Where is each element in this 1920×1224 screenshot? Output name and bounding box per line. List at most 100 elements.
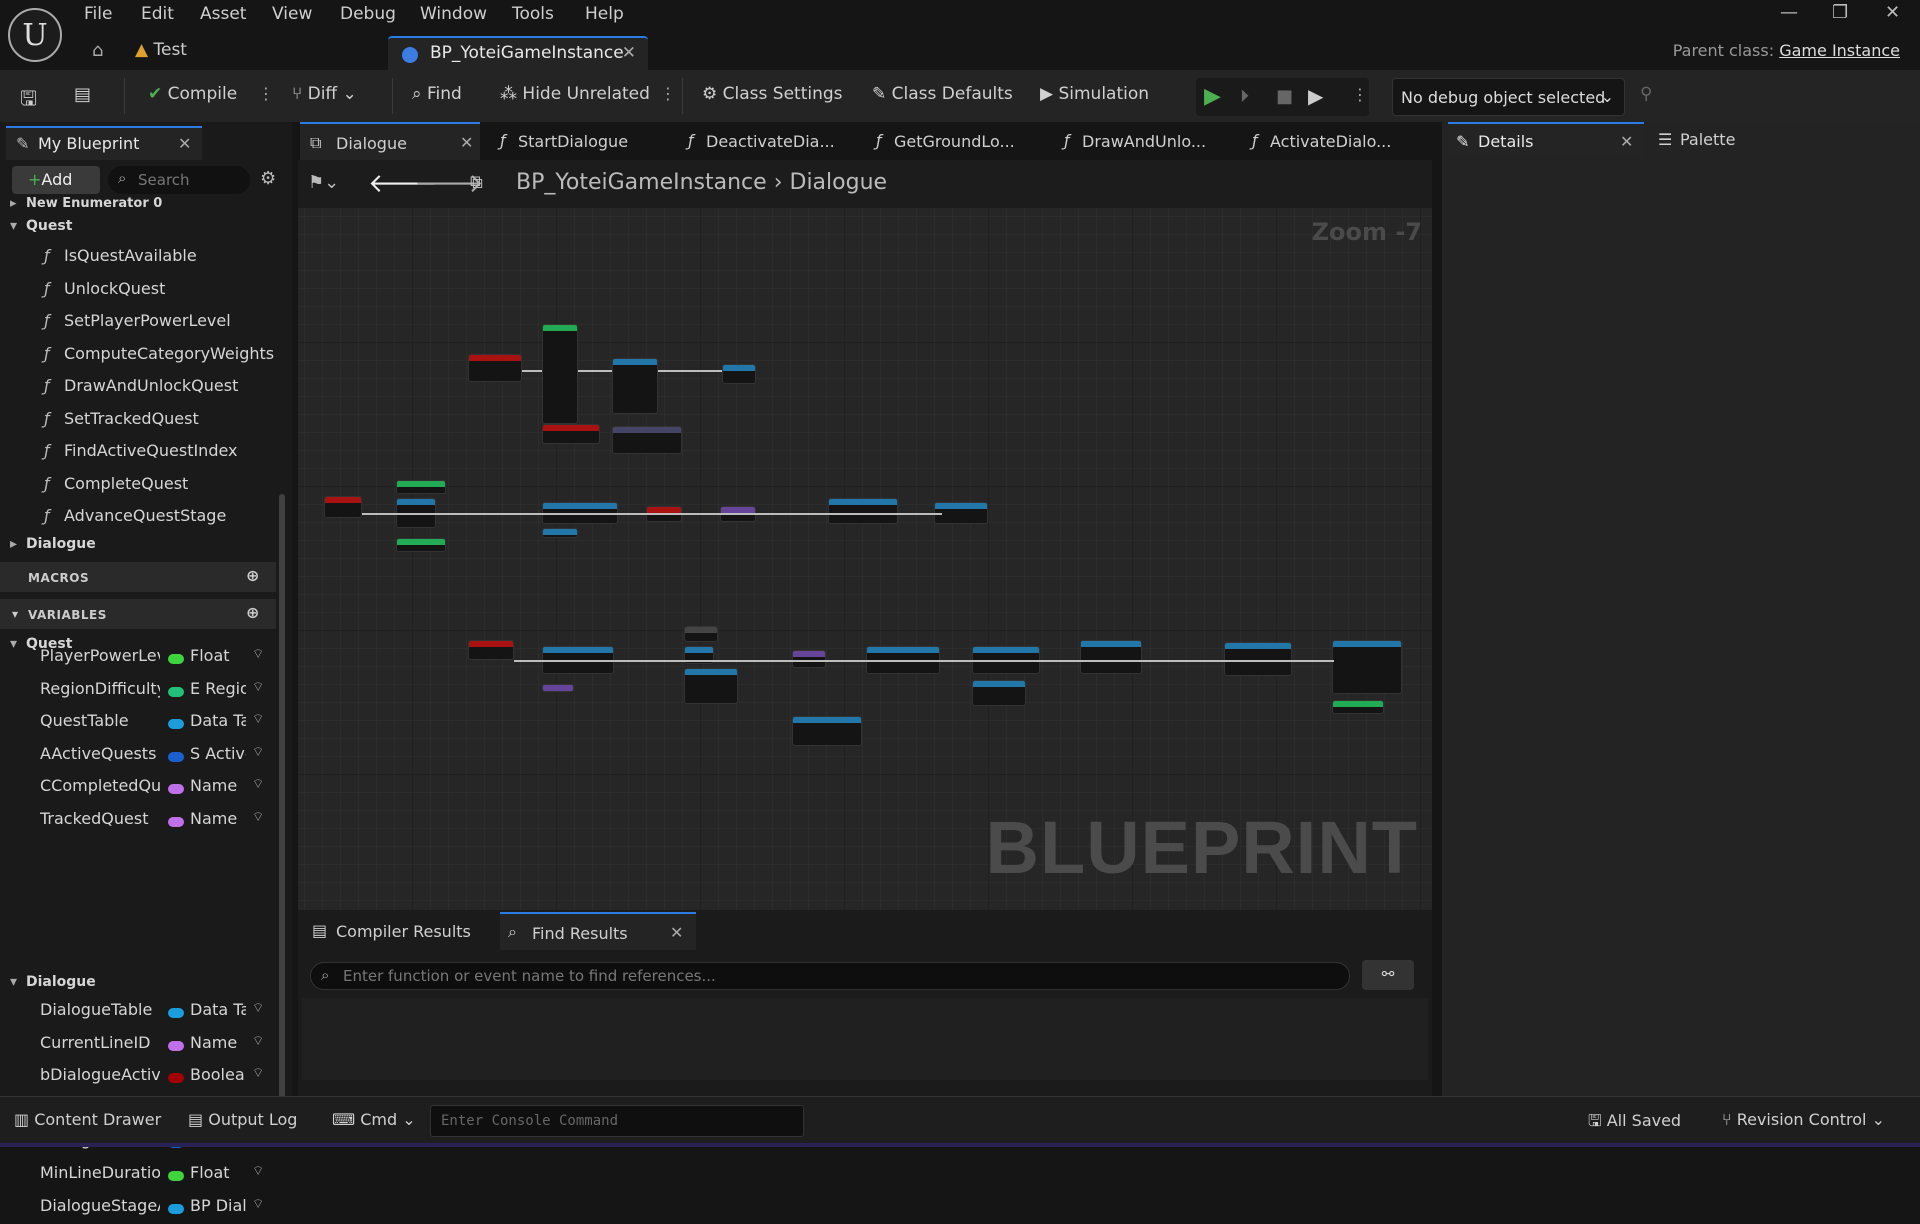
class-defaults-button[interactable]: ✎ Class Defaults [872,84,1013,104]
graph-node[interactable] [1332,640,1402,694]
menu-asset[interactable]: Asset [200,4,246,24]
breadcrumb-root[interactable]: BP_YoteiGameInstance [516,170,767,195]
function-item[interactable]: FindActiveQuestIndex [0,441,276,469]
play-options-icon[interactable]: ⋮ [1352,85,1368,104]
cmd-dropdown[interactable]: ⌨ Cmd ⌄ [332,1110,416,1129]
breadcrumb-current[interactable]: Dialogue [790,170,888,195]
menu-window[interactable]: Window [420,4,487,24]
restore-icon[interactable]: ❐ [1832,2,1848,23]
tab-dialogue[interactable]: ⧉ Dialogue ✕ [300,122,480,160]
tab-find-results[interactable]: ⌕ Find Results ✕ [500,912,696,950]
variable-item[interactable]: QuestTable Data Table ⌔ [0,711,276,739]
home-icon[interactable]: ⌂ [92,40,103,61]
graph-node[interactable] [1224,642,1292,676]
graph-node[interactable] [792,650,826,668]
tab-test[interactable]: ▲ Test [135,40,187,60]
hide-unrelated-button[interactable]: ⁂ Hide Unrelated [500,84,650,104]
graph-node[interactable] [684,668,738,704]
menu-edit[interactable]: Edit [141,4,174,24]
class-settings-button[interactable]: ⚙ Class Settings [702,84,843,104]
output-log-button[interactable]: ▤ Output Log [188,1110,297,1129]
launch-icon[interactable]: ▶ [1308,84,1323,108]
graph-node[interactable] [542,684,574,692]
visibility-eye-icon[interactable]: ⌔ [252,1000,264,1016]
category-quest[interactable]: ▾ Quest [0,218,276,240]
variable-item[interactable]: MinLineDuration Float ⌔ [0,1163,276,1191]
graph-node[interactable] [612,358,658,414]
visibility-eye-icon[interactable]: ⌔ [252,809,264,825]
parent-class-link[interactable]: Game Instance [1779,41,1900,60]
function-item[interactable]: ComputeCategoryWeights [0,344,276,372]
scrollbar[interactable] [279,494,285,1114]
diff-button[interactable]: ⑂ Diff ⌄ [292,84,357,104]
variable-item[interactable]: RegionDifficulty E Region ⌔ [0,679,276,707]
variable-item[interactable]: DialogueTable Data Table ⌔ [0,1000,276,1028]
close-tab-icon[interactable]: ✕ [622,43,636,63]
play-icon[interactable]: ▶ [1204,84,1221,109]
graph-node[interactable] [468,640,514,660]
function-item[interactable]: AdvanceQuestStage [0,506,276,534]
graph-node[interactable] [542,324,578,424]
visibility-eye-icon[interactable]: ⌔ [252,1196,264,1212]
function-item[interactable]: IsQuestAvailable [0,246,276,274]
graph-node[interactable] [722,364,756,384]
revision-control-button[interactable]: ⑂ Revision Control ⌄ [1722,1110,1885,1129]
visibility-eye-icon[interactable]: ⌔ [252,646,264,662]
function-item[interactable]: SetPlayerPowerLevel [0,311,276,339]
variable-item[interactable]: PlayerPowerLevel Float ⌔ [0,646,276,674]
section-variables[interactable]: ▾ VARIABLES ⊕ [0,599,276,629]
debug-object-select[interactable]: No debug object selected ⌄ [1392,78,1625,116]
visibility-eye-icon[interactable]: ⌔ [252,744,264,760]
tab-activate-dialogue[interactable]: ƒ ActivateDialo... [1244,122,1391,160]
close-icon[interactable]: ✕ [670,923,683,942]
section-macros[interactable]: MACROS ⊕ [0,562,276,592]
function-item[interactable]: DrawAndUnlockQuest [0,376,276,404]
tab-get-ground-location[interactable]: ƒ GetGroundLo... [868,122,1015,160]
step-icon[interactable]: ⏵ [1240,86,1249,107]
graph-node[interactable] [612,426,682,454]
stop-icon[interactable]: ■ [1276,86,1293,107]
menu-debug[interactable]: Debug [340,4,396,24]
variable-item[interactable]: TrackedQuest Name ⌔ [0,809,276,837]
category-dialogue[interactable]: ▸ Dialogue [0,536,276,558]
function-item[interactable]: UnlockQuest [0,279,276,307]
unreal-logo-icon[interactable]: U [8,8,62,62]
find-options-icon[interactable]: ⋮ [660,84,676,103]
graph-node[interactable] [468,354,522,382]
graph-node[interactable] [1332,700,1384,714]
add-button[interactable]: +Add [12,166,100,194]
close-icon[interactable]: ✕ [1620,132,1633,151]
graph-node[interactable] [324,496,362,518]
graph-node[interactable] [972,680,1026,706]
console-command-input[interactable]: Enter Console Command [430,1105,804,1137]
variable-item[interactable]: CurrentLineID Name ⌔ [0,1033,276,1061]
tab-my-blueprint[interactable]: ✎ My Blueprint ✕ [6,126,202,160]
all-saved-button[interactable]: 🖫 All Saved [1588,1110,1681,1137]
graph-node[interactable] [542,528,578,538]
find-button[interactable]: ⌕ Find [412,84,462,104]
variable-category-dialogue[interactable]: ▾ Dialogue [0,974,276,996]
variable-item[interactable]: AActiveQuests S Active ⌔ [0,744,276,772]
menu-view[interactable]: View [272,4,312,24]
content-drawer-button[interactable]: ▥ Content Drawer [14,1110,161,1129]
variable-item[interactable]: CCompletedQuests Name ⌔ [0,776,276,804]
graph-node[interactable] [396,480,446,494]
graph-node[interactable] [934,502,988,524]
visibility-eye-icon[interactable]: ⌔ [252,711,264,727]
function-item[interactable]: SetTrackedQuest [0,409,276,437]
add-macro-icon[interactable]: ⊕ [246,566,260,585]
graph-node[interactable] [828,498,898,524]
visibility-eye-icon[interactable]: ⌔ [252,1065,264,1081]
browse-icon[interactable]: ▤ [74,84,91,105]
visibility-eye-icon[interactable]: ⌔ [252,679,264,695]
simulation-button[interactable]: ▶ Simulation [1040,84,1149,104]
list-item[interactable]: ▸ New Enumerator 0 [0,196,276,216]
close-icon[interactable]: ✕ [460,133,473,152]
visibility-eye-icon[interactable]: ⌔ [252,1163,264,1179]
function-item[interactable]: CompleteQuest [0,474,276,502]
gear-icon[interactable]: ⚙ [260,168,276,189]
menu-file[interactable]: File [84,4,112,24]
variable-item[interactable]: bDialogueActive Boolean ⌔ [0,1065,276,1093]
graph-node[interactable] [542,424,600,444]
bookmark-icon[interactable]: ⚑⌄ [308,172,339,193]
